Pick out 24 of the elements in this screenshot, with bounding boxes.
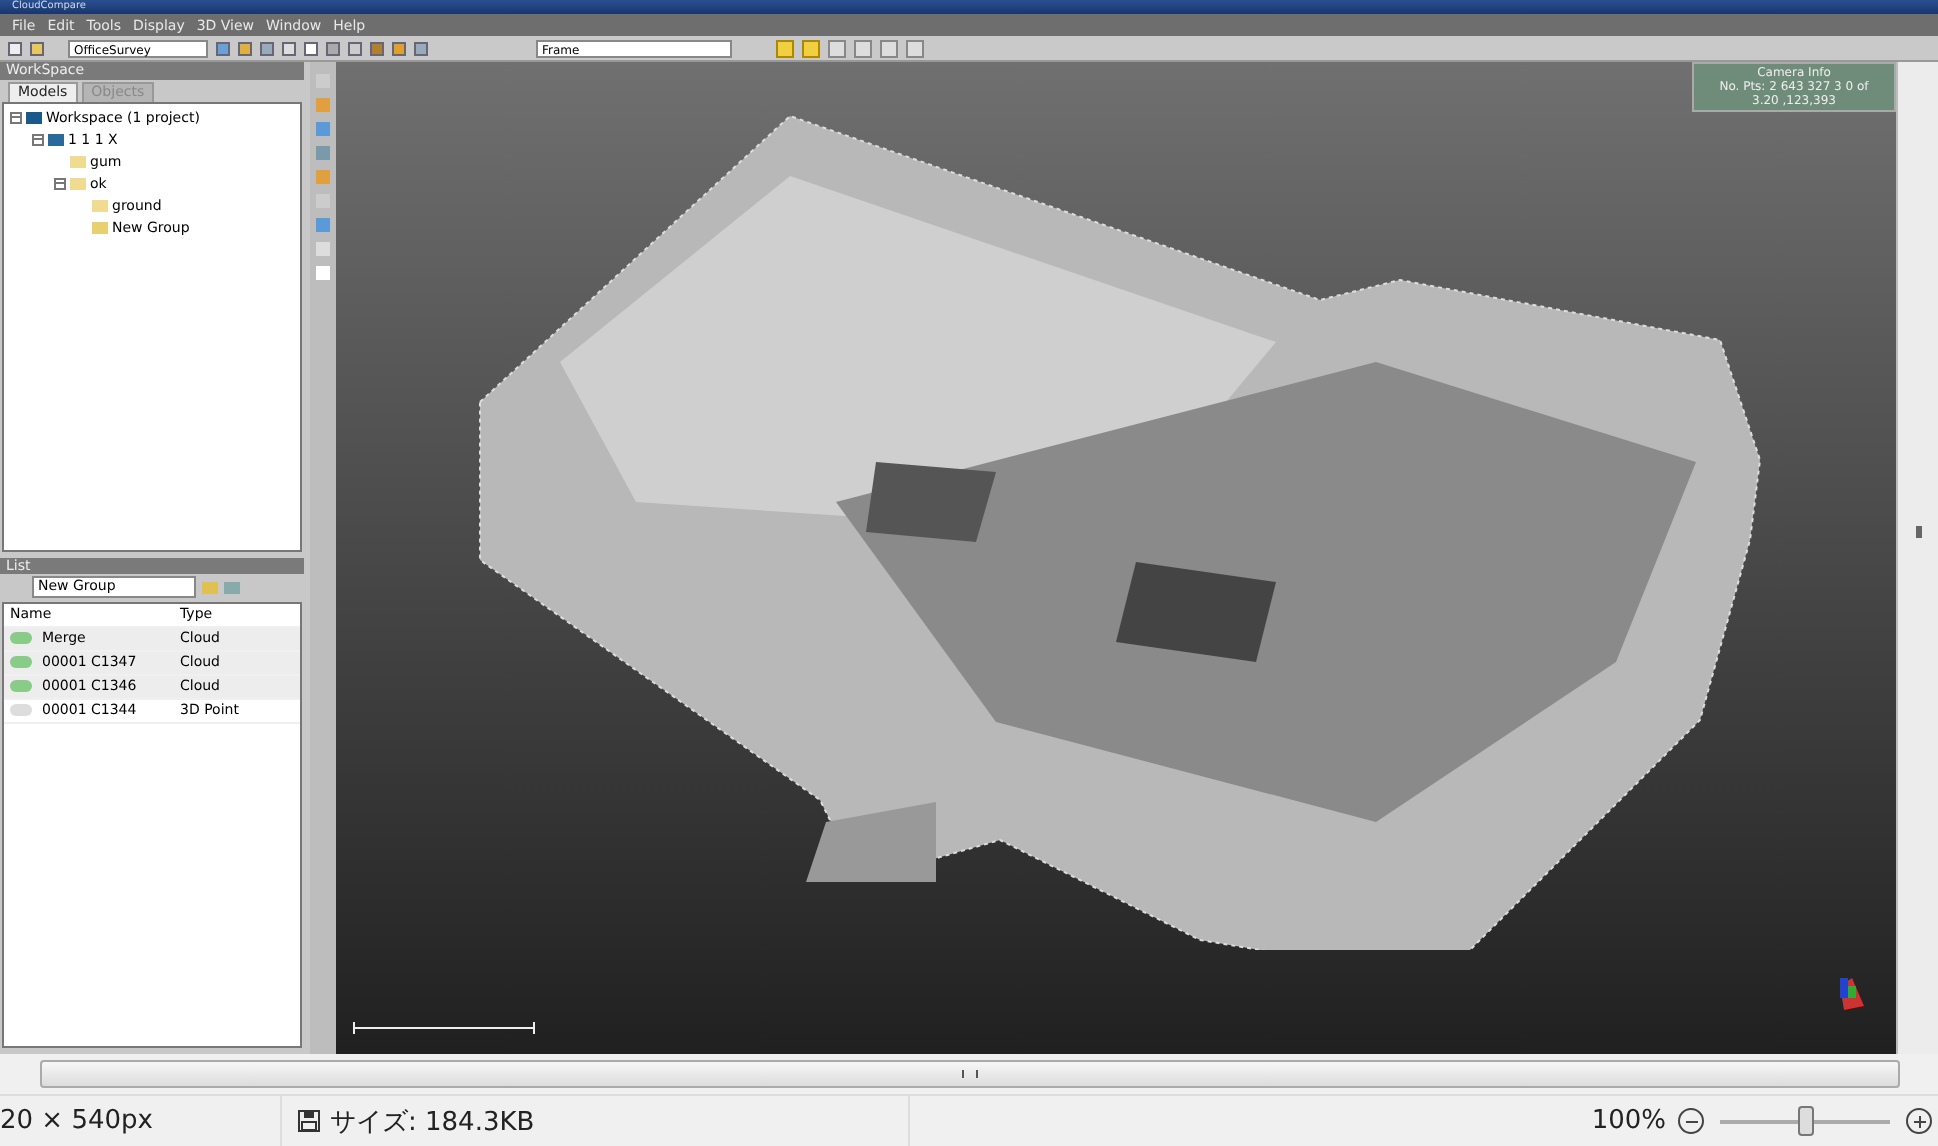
cloud-icon [10, 680, 32, 692]
zoom-percentage: 100% [1591, 1106, 1666, 1136]
file-icon[interactable] [8, 41, 22, 55]
image-dimensions: 20 × 540px [0, 1106, 153, 1136]
expand-toggle[interactable] [10, 111, 22, 123]
scrollbar-thumb[interactable] [40, 1060, 1900, 1088]
view-toggle-button[interactable] [880, 39, 898, 57]
cloud-icon [10, 632, 32, 644]
scroll-thumb[interactable] [1916, 526, 1922, 538]
view-toggle-button[interactable] [802, 39, 820, 57]
point-icon [10, 704, 32, 716]
view-toggle-button[interactable] [854, 39, 872, 57]
zoom-slider-thumb[interactable] [1797, 1106, 1813, 1136]
cloud-icon [10, 656, 32, 668]
zoom-out-icon[interactable] [1678, 1108, 1704, 1134]
zoom-in-icon[interactable] [1906, 1108, 1932, 1134]
view-toggle-button[interactable] [828, 39, 846, 57]
folder-icon[interactable] [30, 41, 44, 55]
view-toggle-button[interactable] [906, 39, 924, 57]
view-toggle-button[interactable] [776, 39, 794, 57]
file-size: サイズ: 184.3KB [330, 1105, 535, 1139]
expand-toggle[interactable] [32, 133, 44, 145]
save-icon [298, 1110, 320, 1132]
expand-toggle[interactable] [54, 177, 66, 189]
